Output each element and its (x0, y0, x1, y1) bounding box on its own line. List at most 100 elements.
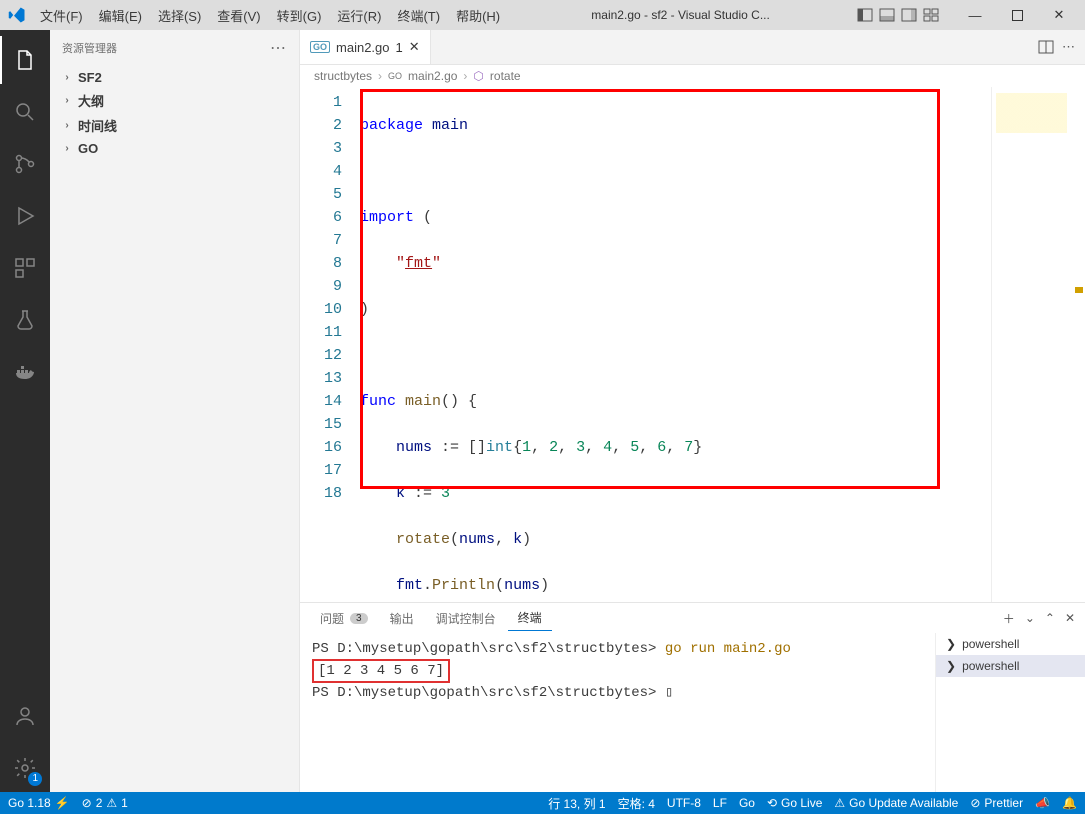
terminal-session-powershell-2[interactable]: ❯powershell (936, 655, 1085, 677)
status-prettier[interactable]: ⊘Prettier (970, 796, 1023, 810)
activity-explorer-icon[interactable] (0, 36, 50, 84)
menu-terminal[interactable]: 终端(T) (391, 3, 446, 28)
sidebar-more-icon[interactable]: ⋯ (270, 38, 287, 58)
panel-tab-output[interactable]: 输出 (380, 606, 424, 631)
panel-tab-problems[interactable]: 问题3 (310, 606, 378, 631)
tree-section-outline[interactable]: ›大纲 (50, 88, 299, 113)
terminal-prompt: PS D:\mysetup\gopath\src\sf2\structbytes… (312, 641, 665, 657)
menu-bar: 文件(F) 编辑(E) 选择(S) 查看(V) 转到(G) 运行(R) 终端(T… (34, 3, 506, 28)
layout-custom-icon[interactable] (921, 5, 941, 25)
split-editor-icon[interactable] (1038, 39, 1054, 55)
go-file-icon: GO (310, 41, 330, 53)
layout-panel-icon[interactable] (877, 5, 897, 25)
tree-folder-sf2[interactable]: ›SF2 (50, 67, 299, 88)
menu-view[interactable]: 查看(V) (211, 3, 266, 28)
status-cursor-pos[interactable]: 行 13, 列 1 (548, 795, 605, 812)
menu-select[interactable]: 选择(S) (152, 3, 207, 28)
error-icon: ⊘ (82, 796, 92, 810)
terminal-output-highlight: [1 2 3 4 5 6 7] (312, 659, 450, 683)
layout-sidebar-right-icon[interactable] (899, 5, 919, 25)
panel-new-terminal-icon[interactable]: ＋ (1003, 610, 1015, 627)
bolt-icon: ⚡ (55, 796, 70, 810)
editor-more-icon[interactable]: ⋯ (1062, 39, 1075, 55)
window-minimize-icon[interactable]: ― (957, 1, 993, 29)
menu-help[interactable]: 帮助(H) (450, 3, 506, 28)
status-bar: Go 1.18 ⚡ ⊘2 ⚠1 行 13, 列 1 空格: 4 UTF-8 LF… (0, 792, 1085, 814)
no-icon: ⊘ (970, 796, 980, 810)
tab-close-icon[interactable]: ✕ (409, 39, 420, 55)
tree-section-timeline[interactable]: ›时间线 (50, 113, 299, 138)
panel-tab-terminal[interactable]: 终端 (508, 605, 552, 631)
explorer-sidebar: 资源管理器 ⋯ ›SF2 ›大纲 ›时间线 ›GO (50, 30, 300, 792)
tree-section-go[interactable]: ›GO (50, 138, 299, 159)
bottom-panel: 问题3 输出 调试控制台 终端 ＋ ⌄ ⌃ ✕ PS D:\mysetup\go… (300, 602, 1085, 792)
menu-run[interactable]: 运行(R) (331, 3, 387, 28)
layout-sidebar-left-icon[interactable] (855, 5, 875, 25)
terminal-sessions-list: ❯powershell ❯powershell (935, 633, 1085, 792)
activity-settings-icon[interactable]: 1 (0, 744, 50, 792)
activity-debug-icon[interactable] (0, 192, 50, 240)
code-editor[interactable]: 123456789101112131415161718 package main… (300, 87, 991, 602)
window-title: main2.go - sf2 - Visual Studio C... (506, 8, 855, 22)
tree-label: GO (78, 141, 98, 156)
warning-icon: ⚠ (106, 796, 117, 810)
code-content[interactable]: package main import ( "fmt" ) func main(… (360, 91, 991, 602)
tree-label: 大纲 (78, 91, 104, 110)
symbol-function-icon: ⬡ (473, 69, 483, 83)
line-number-gutter: 123456789101112131415161718 (300, 91, 360, 602)
broadcast-icon: ⟲ (767, 796, 777, 810)
powershell-icon: ❯ (946, 637, 956, 651)
tab-modified-indicator: 1 (396, 40, 403, 55)
powershell-icon: ❯ (946, 659, 956, 673)
tab-filename: main2.go (336, 40, 389, 55)
status-problems[interactable]: ⊘2 ⚠1 (82, 796, 128, 810)
titlebar: 文件(F) 编辑(E) 选择(S) 查看(V) 转到(G) 运行(R) 终端(T… (0, 0, 1085, 30)
terminal-prompt: PS D:\mysetup\gopath\src\sf2\structbytes… (312, 685, 665, 701)
status-bell-icon[interactable]: 🔔 (1062, 796, 1077, 810)
terminal-cursor: ▯ (665, 685, 673, 701)
menu-goto[interactable]: 转到(G) (271, 3, 328, 28)
panel-close-icon[interactable]: ✕ (1065, 611, 1075, 625)
crumb-file[interactable]: main2.go (408, 69, 457, 83)
status-encoding[interactable]: UTF-8 (667, 796, 701, 810)
terminal-output[interactable]: PS D:\mysetup\gopath\src\sf2\structbytes… (300, 633, 935, 792)
activity-extensions-icon[interactable] (0, 244, 50, 292)
status-go-update[interactable]: ⚠Go Update Available (834, 796, 958, 810)
editor-tabs: GO main2.go 1 ✕ ⋯ (300, 30, 1085, 65)
window-controls: ― ✕ (855, 1, 1077, 29)
activity-search-icon[interactable] (0, 88, 50, 136)
editor-area: GO main2.go 1 ✕ ⋯ structbytes › GO main2… (300, 30, 1085, 792)
status-indent[interactable]: 空格: 4 (618, 795, 655, 812)
warning-icon: ⚠ (834, 796, 845, 810)
tab-main2-go[interactable]: GO main2.go 1 ✕ (300, 30, 431, 64)
menu-edit[interactable]: 编辑(E) (93, 3, 148, 28)
breadcrumbs[interactable]: structbytes › GO main2.go › ⬡ rotate (300, 65, 1085, 87)
panel-tab-debug[interactable]: 调试控制台 (426, 606, 506, 631)
terminal-session-powershell-1[interactable]: ❯powershell (936, 633, 1085, 655)
status-go-version[interactable]: Go 1.18 ⚡ (8, 796, 70, 810)
explorer-tree: ›SF2 ›大纲 ›时间线 ›GO (50, 65, 299, 161)
activity-scm-icon[interactable] (0, 140, 50, 188)
crumb-symbol[interactable]: rotate (490, 69, 521, 83)
tree-label: SF2 (78, 70, 102, 85)
status-eol[interactable]: LF (713, 796, 727, 810)
window-close-icon[interactable]: ✕ (1041, 1, 1077, 29)
minimap[interactable] (991, 87, 1071, 602)
overview-ruler[interactable] (1071, 87, 1085, 602)
status-go-live[interactable]: ⟲Go Live (767, 796, 822, 810)
terminal-command: go run main2.go (665, 641, 791, 657)
panel-maximize-icon[interactable]: ⌃ (1045, 611, 1055, 625)
activity-docker-icon[interactable] (0, 348, 50, 396)
tree-label: 时间线 (78, 116, 117, 135)
activity-testing-icon[interactable] (0, 296, 50, 344)
window-maximize-icon[interactable] (999, 1, 1035, 29)
activity-account-icon[interactable] (0, 692, 50, 740)
panel-dropdown-icon[interactable]: ⌄ (1025, 611, 1035, 625)
status-language[interactable]: Go (739, 796, 755, 810)
sidebar-title: 资源管理器 (62, 40, 117, 56)
menu-file[interactable]: 文件(F) (34, 3, 89, 28)
go-file-icon: GO (388, 71, 402, 81)
status-feedback-icon[interactable]: 📣 (1035, 796, 1050, 810)
crumb-folder[interactable]: structbytes (314, 69, 372, 83)
problems-count-badge: 3 (350, 613, 368, 624)
